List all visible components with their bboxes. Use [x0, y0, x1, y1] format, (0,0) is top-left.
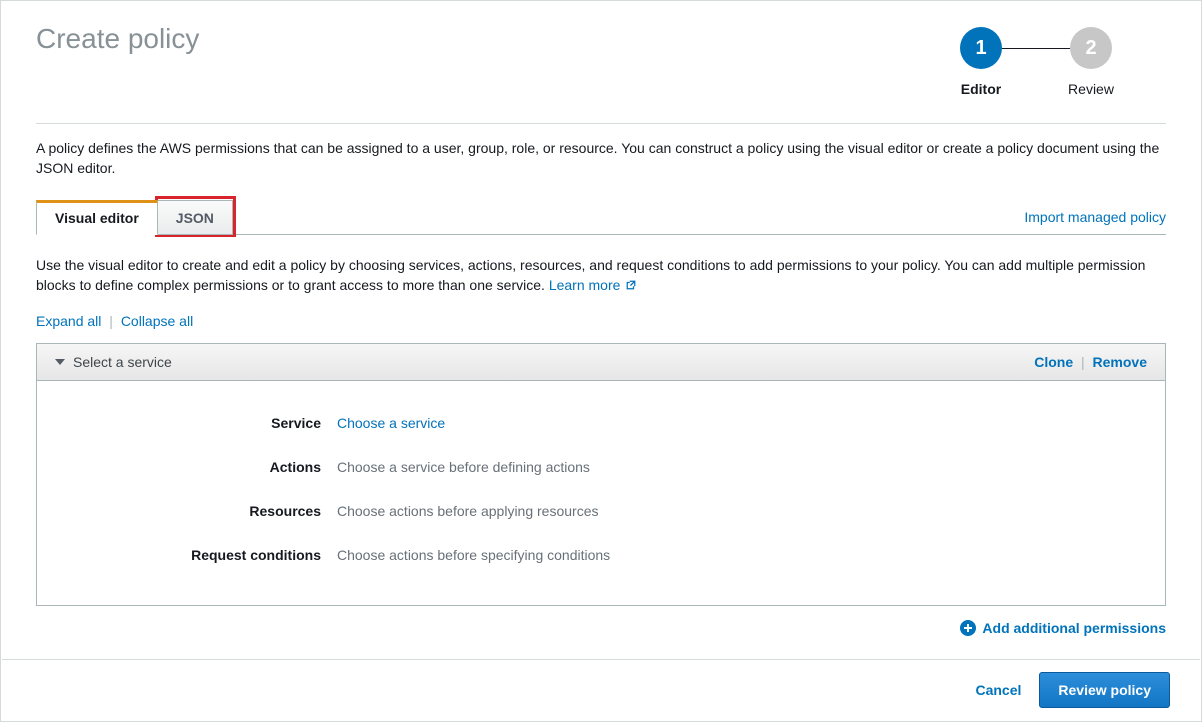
- cancel-button[interactable]: Cancel: [975, 682, 1021, 698]
- intro-text: A policy defines the AWS permissions tha…: [36, 138, 1166, 179]
- separator: |: [109, 313, 113, 329]
- add-additional-permissions-link[interactable]: Add additional permissions: [36, 620, 1166, 636]
- expand-all-link[interactable]: Expand all: [36, 313, 101, 329]
- highlight-json-tab: JSON: [155, 196, 236, 237]
- tab-json[interactable]: JSON: [158, 200, 233, 235]
- footer-bar: Cancel Review policy: [2, 659, 1200, 720]
- import-managed-policy-link[interactable]: Import managed policy: [1024, 209, 1166, 234]
- label-resources: Resources: [37, 503, 337, 519]
- add-additional-permissions-label: Add additional permissions: [982, 620, 1166, 636]
- step-label-editor: Editor: [961, 81, 1001, 97]
- field-row-actions: Actions Choose a service before defining…: [37, 445, 1165, 489]
- choose-service-link[interactable]: Choose a service: [337, 415, 445, 431]
- clone-link[interactable]: Clone: [1034, 354, 1073, 370]
- tab-list: Visual editor JSON: [36, 199, 233, 234]
- step-badge-2: 2: [1070, 27, 1112, 69]
- step-badge-1: 1: [960, 27, 1002, 69]
- step-label-review: Review: [1068, 81, 1114, 97]
- panel-title: Select a service: [73, 354, 172, 370]
- actions-placeholder: Choose a service before defining actions: [337, 459, 590, 475]
- field-row-service: Service Choose a service: [37, 401, 1165, 445]
- plus-circle-icon: [960, 620, 976, 636]
- panel-toggle[interactable]: Select a service: [55, 354, 172, 370]
- external-link-icon: [626, 280, 636, 290]
- step-editor: 1 Editor: [926, 27, 1036, 97]
- label-actions: Actions: [37, 459, 337, 475]
- remove-link[interactable]: Remove: [1093, 354, 1147, 370]
- stepper: 1 Editor 2 Review: [926, 23, 1166, 97]
- separator: |: [1081, 354, 1085, 370]
- visual-editor-help-text: Use the visual editor to create and edit…: [36, 255, 1166, 296]
- label-request-conditions: Request conditions: [37, 547, 337, 563]
- permission-block-panel: Select a service Clone | Remove Service …: [36, 343, 1166, 606]
- learn-more-label: Learn more: [549, 277, 621, 293]
- resources-placeholder: Choose actions before applying resources: [337, 503, 599, 519]
- field-row-request-conditions: Request conditions Choose actions before…: [37, 533, 1165, 577]
- tab-visual-editor[interactable]: Visual editor: [36, 200, 158, 235]
- field-row-resources: Resources Choose actions before applying…: [37, 489, 1165, 533]
- collapse-all-link[interactable]: Collapse all: [121, 313, 193, 329]
- learn-more-link[interactable]: Learn more: [549, 277, 636, 293]
- page-title: Create policy: [36, 23, 199, 55]
- step-review: 2 Review: [1036, 27, 1146, 97]
- review-policy-button[interactable]: Review policy: [1039, 672, 1170, 708]
- step-connector: [1002, 48, 1070, 49]
- label-service: Service: [37, 415, 337, 431]
- divider: [36, 123, 1166, 124]
- chevron-down-icon: [55, 359, 65, 365]
- request-conditions-placeholder: Choose actions before specifying conditi…: [337, 547, 610, 563]
